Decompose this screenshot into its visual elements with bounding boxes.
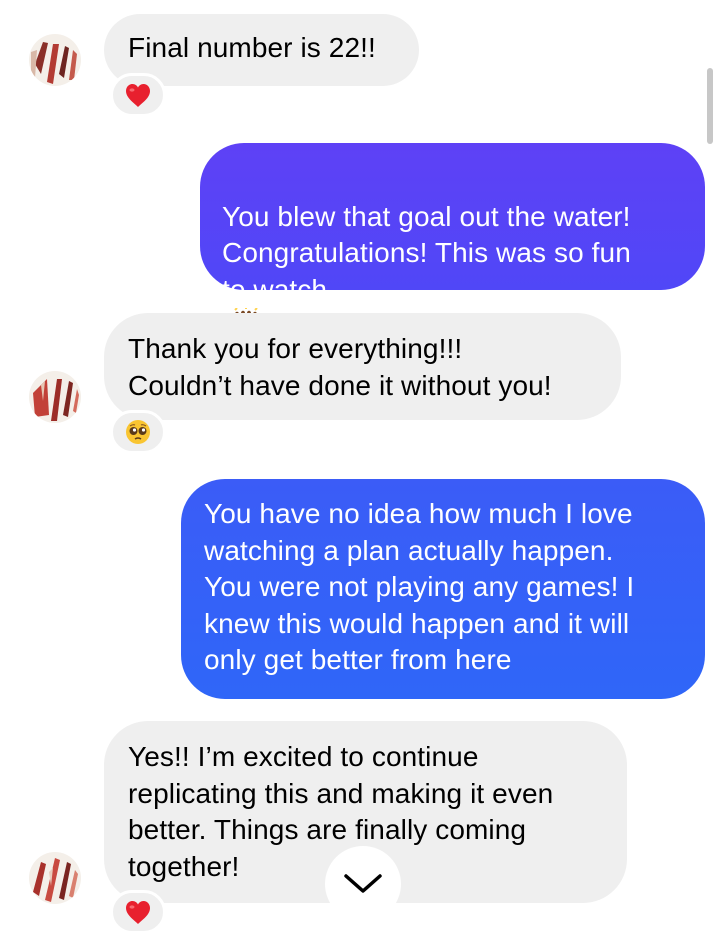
incoming-message[interactable]: Thank you for everything!!! Couldn’t hav… bbox=[104, 313, 621, 420]
contact-avatar[interactable] bbox=[29, 371, 81, 423]
outgoing-message-text: You blew that goal out the water! Congra… bbox=[222, 200, 631, 305]
contact-avatar[interactable] bbox=[29, 852, 81, 904]
pleading-face-icon bbox=[126, 420, 150, 444]
scroll-to-bottom-button[interactable] bbox=[325, 846, 401, 922]
outgoing-message[interactable]: You have no idea how much I love watchin… bbox=[181, 479, 705, 699]
contact-avatar[interactable] bbox=[29, 34, 81, 86]
heart-reaction[interactable] bbox=[110, 73, 166, 117]
outgoing-message[interactable]: You blew that goal out the water! Congra… bbox=[200, 143, 705, 339]
red-heart-icon bbox=[126, 901, 150, 924]
red-heart-icon bbox=[126, 84, 150, 107]
scrollbar[interactable] bbox=[707, 68, 713, 144]
chevron-down-icon bbox=[344, 874, 382, 893]
heart-reaction[interactable] bbox=[110, 890, 166, 934]
emoji-reaction[interactable] bbox=[110, 410, 166, 454]
